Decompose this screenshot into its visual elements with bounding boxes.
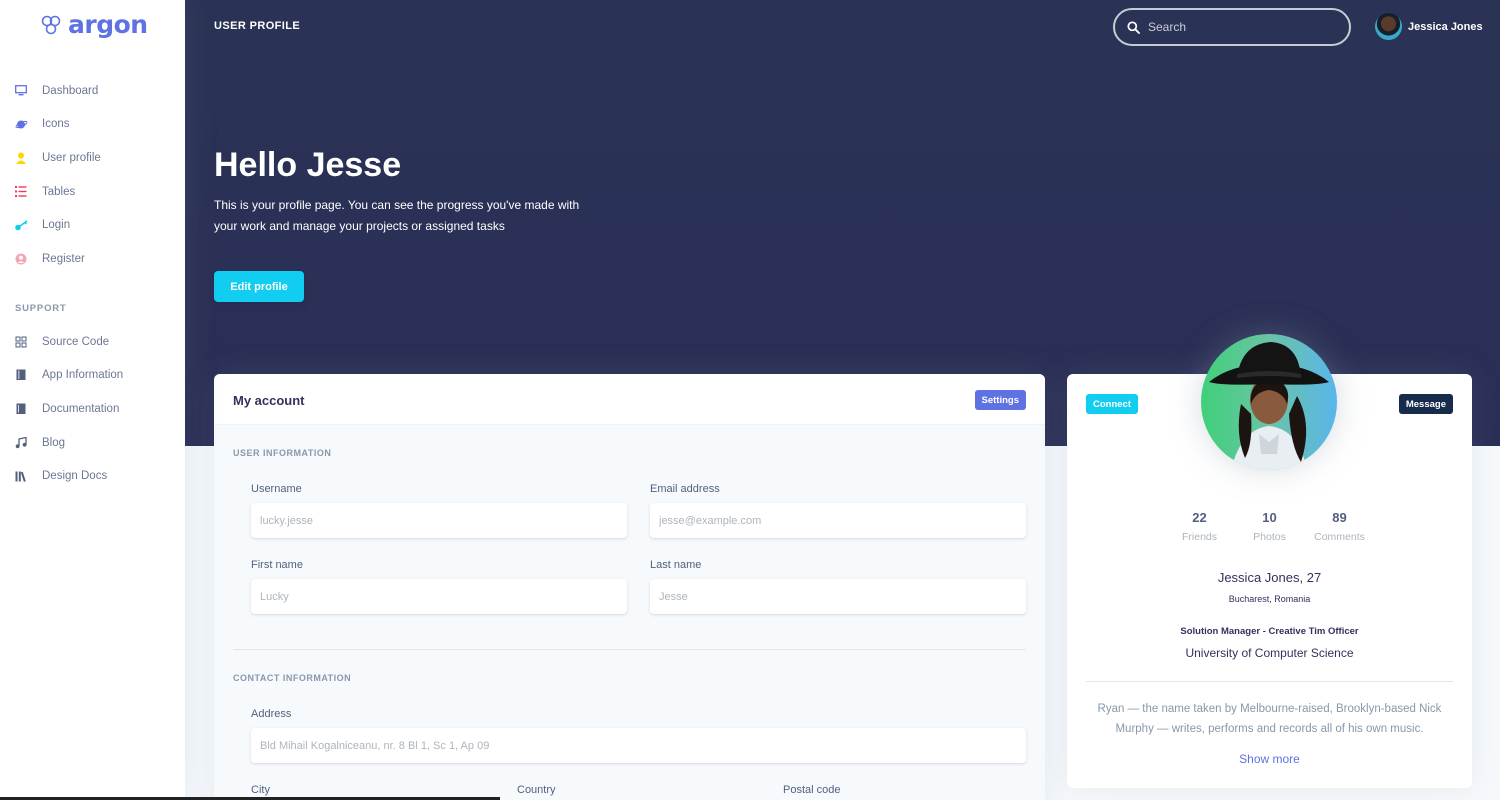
user-name: Jessica Jones bbox=[1408, 20, 1483, 33]
sidebar-item-dashboard[interactable]: Dashboard bbox=[0, 74, 185, 108]
profile-bio: Ryan — the name taken by Melbourne-raise… bbox=[1097, 703, 1442, 735]
sidebar-item-label: Design Docs bbox=[42, 470, 108, 483]
search-box[interactable] bbox=[1113, 8, 1351, 46]
circle-user-icon bbox=[14, 252, 28, 266]
sidebar-item-user-profile[interactable]: User profile bbox=[0, 141, 185, 175]
first-name-input[interactable] bbox=[251, 579, 627, 614]
sidebar-item-label: Source Code bbox=[42, 335, 110, 348]
profile-job: Solution Manager - Creative Tim Officer bbox=[1180, 626, 1359, 637]
card-header: My account Settings bbox=[214, 374, 1045, 425]
first-name-label: First name bbox=[251, 559, 303, 571]
sidebar-item-label: Tables bbox=[42, 185, 76, 198]
search-input[interactable] bbox=[1148, 20, 1338, 34]
sidebar-item-login[interactable]: Login bbox=[0, 208, 185, 242]
sidebar-item-register[interactable]: Register bbox=[0, 242, 185, 276]
user-information-heading: USER INFORMATION bbox=[233, 448, 332, 458]
code-icon bbox=[14, 335, 28, 349]
contact-information-heading: CONTACT INFORMATION bbox=[233, 673, 352, 683]
connect-button[interactable]: Connect bbox=[1086, 394, 1138, 414]
search-icon bbox=[1127, 20, 1140, 34]
sidebar-item-blog[interactable]: Blog bbox=[0, 426, 185, 460]
sidebar-item-source-code[interactable]: Source Code bbox=[0, 325, 185, 359]
sidebar-item-label: App Information bbox=[42, 369, 124, 382]
stat-comments: 89 Comments bbox=[1305, 510, 1375, 543]
sidebar-item-app-information[interactable]: App Information bbox=[0, 359, 185, 393]
greeting-heading: Hello Jesse bbox=[214, 146, 402, 184]
page-title[interactable]: USER PROFILE bbox=[214, 20, 300, 32]
avatar bbox=[1375, 13, 1402, 40]
address-label: Address bbox=[251, 708, 292, 720]
stat-value: 89 bbox=[1332, 510, 1347, 525]
profile-divider bbox=[1086, 681, 1453, 682]
key-icon bbox=[14, 218, 28, 232]
country-label: Country bbox=[517, 784, 556, 796]
stat-caption: Friends bbox=[1181, 531, 1217, 543]
profile-university: University of Computer Science bbox=[1185, 646, 1354, 660]
sidebar-item-label: Dashboard bbox=[42, 84, 99, 97]
profile-location: Bucharest, Romania bbox=[1228, 594, 1311, 604]
stat-value: 22 bbox=[1192, 510, 1207, 525]
sidebar-item-label: Icons bbox=[42, 118, 70, 131]
sidebar: argon Dashboard Icons User profile Table… bbox=[0, 0, 185, 800]
stat-photos: 10 Photos bbox=[1235, 510, 1305, 543]
profile-card: Connect Message 22 Friends 10 Photos 89 … bbox=[1067, 334, 1472, 788]
library-icon bbox=[14, 469, 28, 483]
tv-icon bbox=[14, 84, 28, 98]
sidebar-item-label: Login bbox=[42, 219, 71, 232]
show-more-link[interactable]: Show more bbox=[1067, 752, 1472, 766]
doc-icon bbox=[14, 402, 28, 416]
email-label: Email address bbox=[650, 483, 720, 495]
support-heading: SUPPORT bbox=[15, 303, 67, 314]
stat-caption: Comments bbox=[1314, 531, 1365, 543]
planet-icon bbox=[14, 117, 28, 131]
sidebar-item-label: Register bbox=[42, 252, 85, 265]
profile-stats: 22 Friends 10 Photos 89 Comments bbox=[1067, 510, 1472, 543]
card-title: My account bbox=[233, 393, 305, 408]
user-icon bbox=[14, 151, 28, 165]
profile-age: , 27 bbox=[1299, 570, 1322, 585]
brand-logo[interactable]: argon bbox=[40, 10, 148, 39]
user-menu[interactable]: Jessica Jones bbox=[1375, 13, 1483, 40]
last-name-label: Last name bbox=[650, 559, 702, 571]
profile-full-name: Jessica Jones bbox=[1217, 570, 1300, 585]
main-nav: Dashboard Icons User profile Tables Logi… bbox=[0, 74, 185, 276]
profile-name: Jessica Jones, 27 bbox=[1067, 570, 1472, 585]
my-account-card: My account Settings USER INFORMATION Use… bbox=[214, 374, 1045, 800]
stat-value: 10 bbox=[1262, 510, 1277, 525]
profile-avatar[interactable] bbox=[1201, 334, 1337, 470]
address-input[interactable] bbox=[251, 728, 1026, 763]
sidebar-item-label: User profile bbox=[42, 151, 101, 164]
sidebar-item-label: Documentation bbox=[42, 402, 120, 415]
argon-logo-icon bbox=[41, 15, 61, 34]
city-label: City bbox=[251, 784, 270, 796]
intro-text: This is your profile page. You can see t… bbox=[214, 198, 580, 233]
music-icon bbox=[14, 436, 28, 450]
sidebar-item-documentation[interactable]: Documentation bbox=[0, 392, 185, 426]
last-name-input[interactable] bbox=[650, 579, 1026, 614]
sidebar-item-design-docs[interactable]: Design Docs bbox=[0, 459, 185, 493]
support-nav: SUPPORT Source Code App Information Docu… bbox=[0, 303, 185, 493]
sidebar-item-icons[interactable]: Icons bbox=[0, 108, 185, 142]
settings-button[interactable]: Settings bbox=[974, 390, 1026, 410]
postal-code-label: Postal code bbox=[783, 784, 841, 796]
section-divider bbox=[233, 649, 1026, 650]
book-icon bbox=[14, 368, 28, 382]
stat-caption: Photos bbox=[1253, 531, 1286, 543]
message-button[interactable]: Message bbox=[1398, 394, 1453, 414]
sidebar-item-label: Blog bbox=[42, 436, 66, 449]
username-input[interactable] bbox=[251, 503, 627, 538]
profile-photo bbox=[1201, 334, 1337, 470]
edit-profile-button[interactable]: Edit profile bbox=[214, 271, 304, 302]
email-input[interactable] bbox=[650, 503, 1026, 538]
sidebar-item-tables[interactable]: Tables bbox=[0, 175, 185, 209]
stat-friends: 22 Friends bbox=[1165, 510, 1235, 543]
list-icon bbox=[14, 185, 28, 199]
username-label: Username bbox=[251, 483, 302, 495]
brand-name: argon bbox=[68, 10, 148, 39]
